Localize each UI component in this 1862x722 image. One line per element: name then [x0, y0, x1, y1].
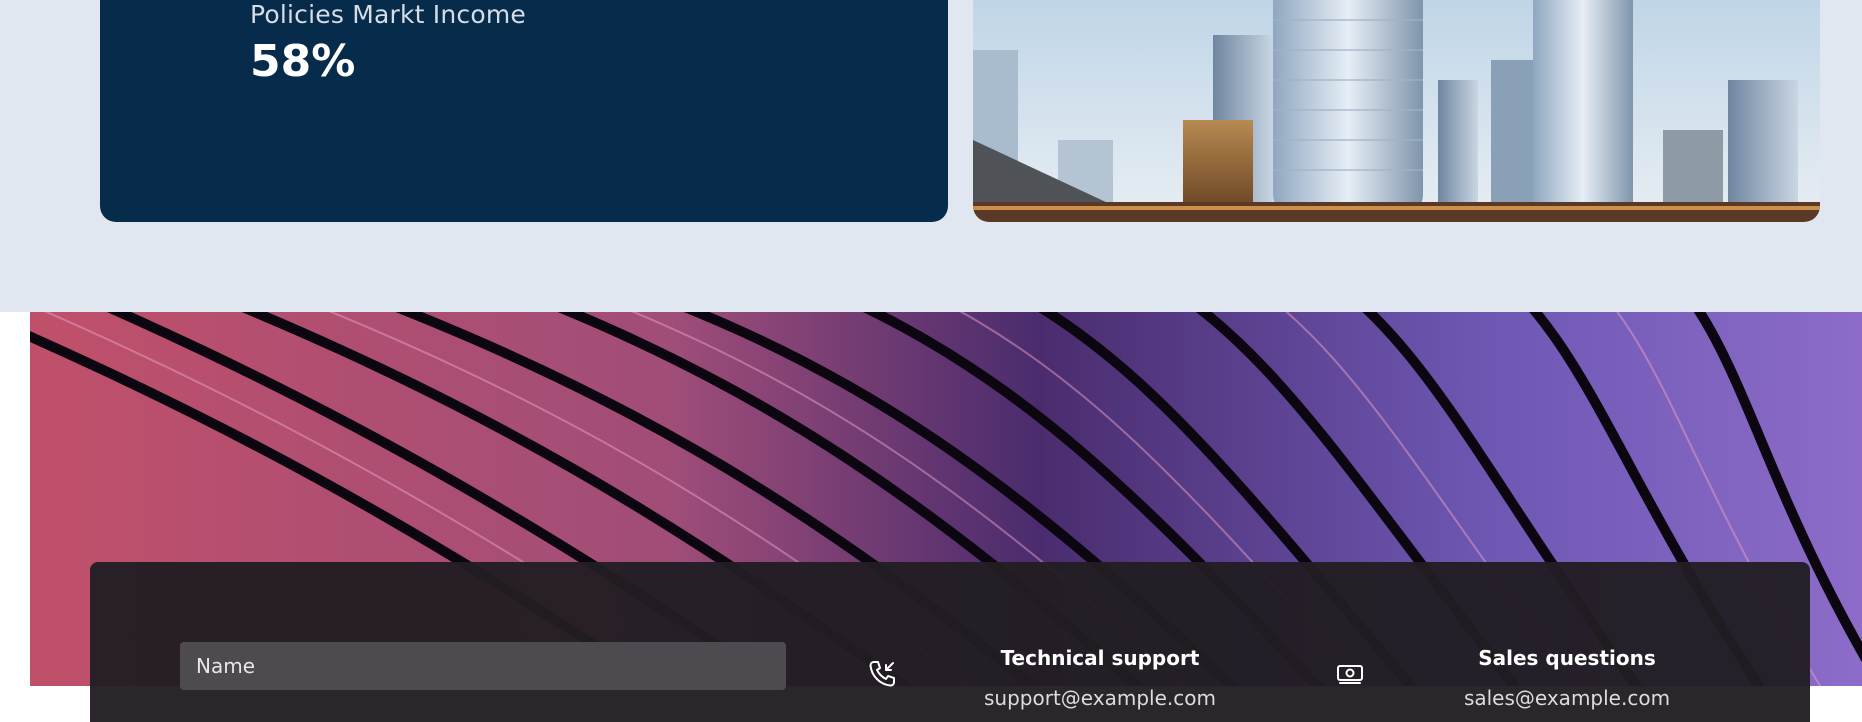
city-skyline-image — [973, 0, 1820, 222]
stat-label: Policies Markt Income — [250, 0, 527, 29]
support-email[interactable]: support@example.com — [950, 686, 1250, 710]
stat-value: 58% — [250, 36, 356, 87]
stat-card: Policies Markt Income 58% — [100, 0, 948, 222]
sales-email[interactable]: sales@example.com — [1417, 686, 1717, 710]
money-icon — [1337, 665, 1363, 684]
sales-title: Sales questions — [1478, 646, 1656, 670]
contact-panel: Technical support support@example.com Sa… — [90, 562, 1810, 722]
name-input[interactable] — [180, 642, 786, 690]
phone-incoming-icon — [869, 661, 895, 687]
support-title: Technical support — [1000, 646, 1200, 670]
